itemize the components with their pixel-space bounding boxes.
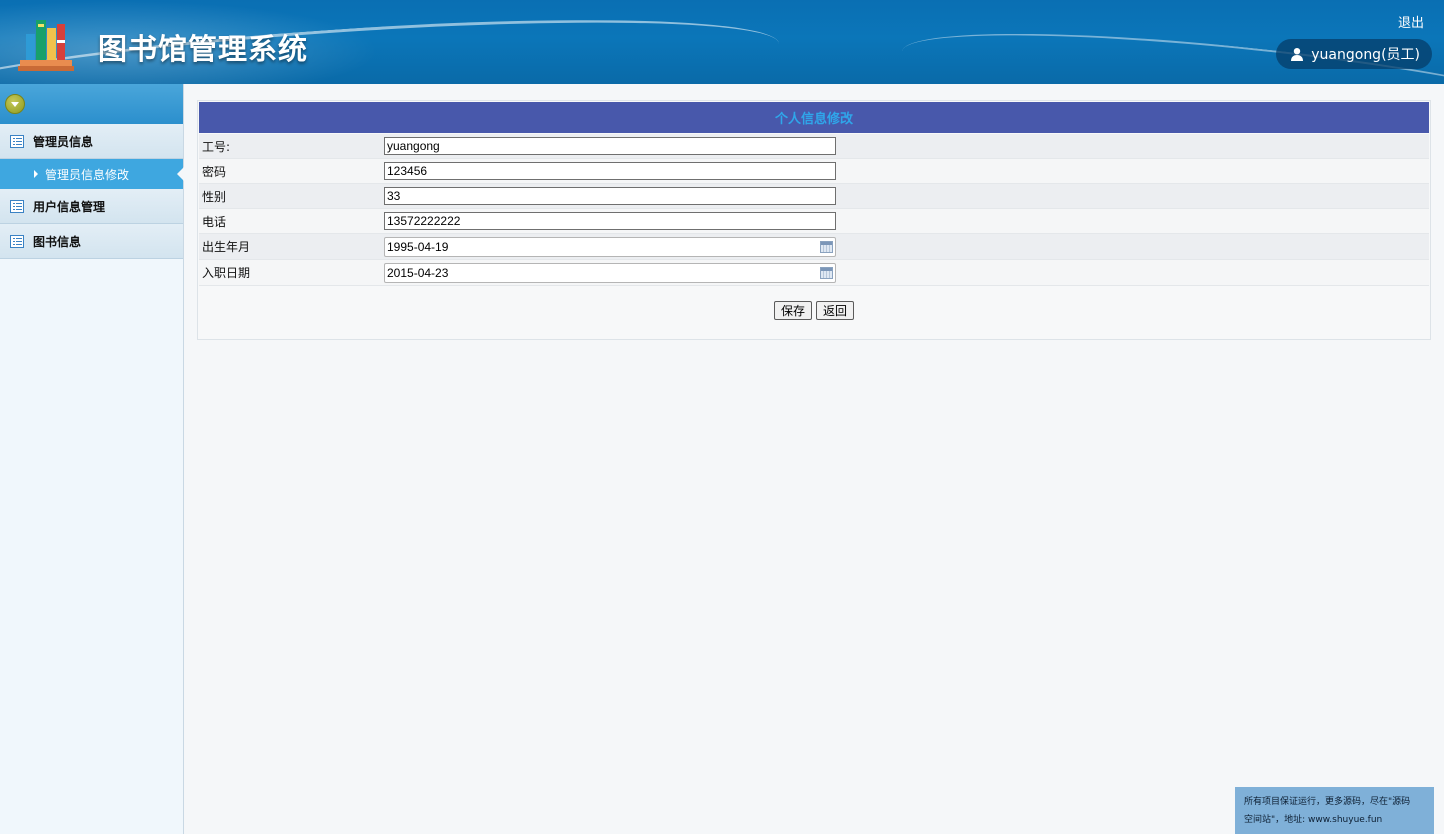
employee-id-input[interactable]: yuangong <box>384 137 836 155</box>
birth-date-input[interactable]: 1995-04-19 <box>384 236 836 257</box>
sidebar-group-label: 图书信息 <box>33 234 82 249</box>
field-label: 出生年月 <box>202 240 251 254</box>
hire-date-value: 2015-04-23 <box>387 265 449 280</box>
watermark-line: 所有项目保证运行，更多源码，尽在"源码 <box>1244 797 1411 807</box>
field-label: 密码 <box>202 164 227 179</box>
books-logo-icon <box>18 20 74 71</box>
list-icon <box>10 199 24 213</box>
sidebar-header <box>0 84 183 124</box>
app-header: 图书馆管理系统 退出 yuangong(员工) <box>0 0 1444 84</box>
form-row-birth-date: 出生年月 1995-04-19 <box>199 234 1429 260</box>
source-watermark: 所有项目保证运行，更多源码，尽在"源码 空间站"，地址: www.shuyue.… <box>1235 787 1434 834</box>
active-indicator <box>177 167 184 181</box>
field-label: 电话 <box>202 214 227 229</box>
form-row-hire-date: 入职日期 2015-04-23 <box>199 260 1429 286</box>
sidebar: 管理员信息 管理员信息修改 用户信息管理 图书信息 <box>0 84 184 834</box>
list-icon <box>10 234 24 248</box>
calendar-icon[interactable] <box>820 266 833 279</box>
form-actions: 保存 返回 <box>198 286 1430 320</box>
field-label: 入职日期 <box>202 266 251 280</box>
profile-edit-form: 个人信息修改 工号: yuangong 密码 123456 性别 33 电话 1… <box>197 100 1431 340</box>
sidebar-item-admin-info-edit[interactable]: 管理员信息修改 <box>0 159 184 189</box>
form-fields: 工号: yuangong 密码 123456 性别 33 电话 13572222… <box>198 134 1430 286</box>
save-button[interactable]: 保存 <box>773 301 812 320</box>
field-label: 工号: <box>202 139 231 154</box>
birth-date-value: 1995-04-19 <box>387 239 449 254</box>
sidebar-group-user-management[interactable]: 用户信息管理 <box>0 189 183 224</box>
sidebar-item-label: 管理员信息修改 <box>45 167 130 182</box>
collapse-toggle-icon[interactable] <box>5 94 25 114</box>
form-row-password: 密码 123456 <box>199 159 1429 184</box>
current-user-badge[interactable]: yuangong(员工) <box>1276 39 1432 69</box>
form-row-gender: 性别 33 <box>199 184 1429 209</box>
list-icon <box>10 134 24 148</box>
sidebar-group-label: 用户信息管理 <box>33 199 106 214</box>
logout-link[interactable]: 退出 <box>1398 12 1424 31</box>
watermark-line: 空间站"，地址: www.shuyue.fun <box>1244 815 1383 825</box>
password-input[interactable]: 123456 <box>384 162 836 180</box>
sidebar-group-book-info[interactable]: 图书信息 <box>0 224 183 259</box>
form-row-employee-id: 工号: yuangong <box>199 134 1429 159</box>
sidebar-group-admin-info[interactable]: 管理员信息 <box>0 124 183 159</box>
hire-date-input[interactable]: 2015-04-23 <box>384 262 836 283</box>
user-icon <box>1291 48 1304 61</box>
gender-input[interactable]: 33 <box>384 187 836 205</box>
form-title: 个人信息修改 <box>199 102 1429 133</box>
back-button[interactable]: 返回 <box>816 301 855 320</box>
field-label: 性别 <box>202 189 227 204</box>
current-user-label: yuangong(员工) <box>1311 47 1420 63</box>
sidebar-group-label: 管理员信息 <box>33 134 94 149</box>
form-row-phone: 电话 13572222222 <box>199 209 1429 234</box>
app-title: 图书馆管理系统 <box>98 32 309 66</box>
caret-right-icon <box>34 170 38 178</box>
calendar-icon[interactable] <box>820 240 833 253</box>
phone-input[interactable]: 13572222222 <box>384 212 836 230</box>
